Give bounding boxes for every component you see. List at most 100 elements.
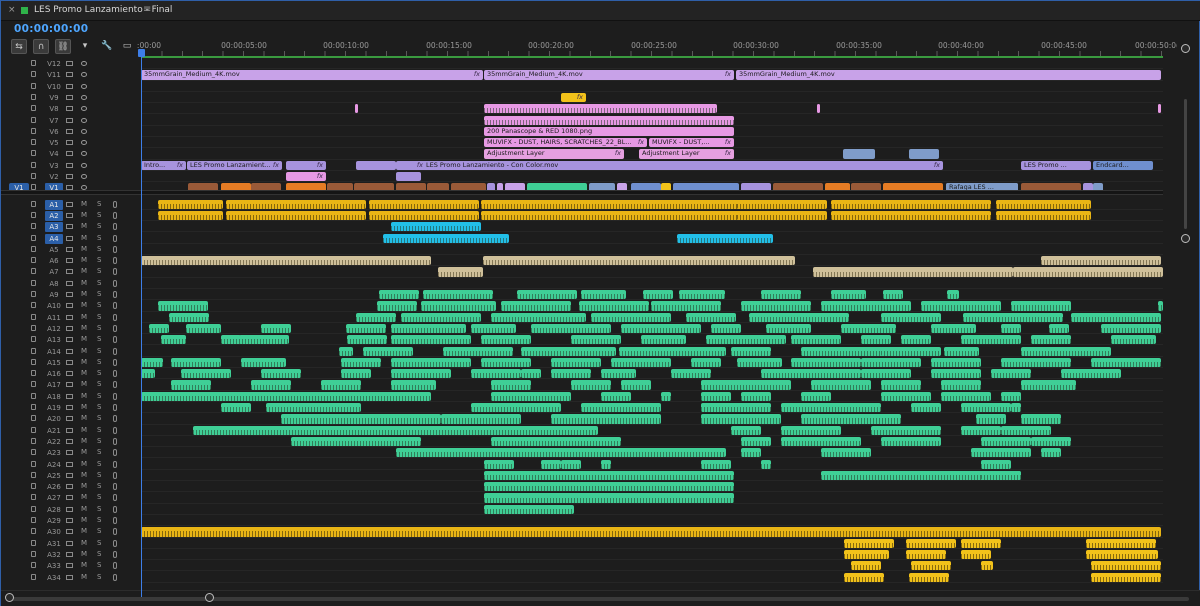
clip[interactable] [996,210,1091,221]
track-name[interactable]: V12 [45,59,63,69]
voiceover-mic-icon[interactable] [113,223,117,231]
audio-lane-a31[interactable] [141,538,1163,549]
lock-icon[interactable] [31,105,36,112]
voiceover-mic-icon[interactable] [113,324,117,332]
track-header-a19[interactable]: A19 M S [1,402,139,413]
clip[interactable] [363,346,413,356]
clip[interactable] [221,335,241,345]
clip[interactable] [1071,312,1161,322]
clip[interactable] [861,357,921,368]
voiceover-mic-icon[interactable] [113,437,117,445]
clip[interactable] [471,323,516,334]
clip-adj1[interactable]: Adjustment Layer fx [484,149,624,159]
horizontal-scroll-left-handle[interactable] [5,593,14,602]
sync-lock-film-icon[interactable] [66,235,73,241]
sync-lock-film-icon[interactable] [66,162,73,168]
clip[interactable] [471,403,561,413]
clip[interactable]: fx [561,92,586,103]
track-name[interactable]: V9 [45,93,63,103]
clip[interactable] [677,233,773,243]
vertical-scroll-bottom-handle[interactable] [1181,234,1190,243]
lock-icon[interactable] [31,347,36,354]
clip[interactable] [346,323,386,334]
track-header-a27[interactable]: A27 M S [1,492,139,503]
clip[interactable] [976,414,1006,424]
lock-icon[interactable] [31,483,36,490]
solo-button[interactable]: S [97,380,101,388]
clip[interactable] [347,335,387,345]
clip[interactable] [781,403,881,413]
clip[interactable] [261,323,291,334]
mute-button[interactable]: M [81,380,87,388]
mute-button[interactable]: M [81,493,87,501]
eye-visibility-icon[interactable] [81,117,87,123]
eye-visibility-icon[interactable] [81,162,87,168]
voiceover-mic-icon[interactable] [113,370,117,378]
lock-icon[interactable] [31,505,36,512]
clip[interactable] [491,436,621,447]
clip[interactable] [981,459,1011,469]
clip[interactable] [551,414,661,424]
clip-muvi1[interactable]: MUVIFX - DUST, HAIRS, SCRATCHES_22_BL...… [484,138,647,148]
voiceover-mic-icon[interactable] [113,291,117,298]
track-header-v11[interactable]: V11 [1,69,139,80]
clip[interactable] [141,369,155,379]
lock-icon[interactable] [31,234,36,241]
sync-lock-film-icon[interactable] [66,472,73,478]
track-header-a17[interactable]: A17 M S [1,379,139,390]
audio-lane-a29[interactable] [141,515,1163,527]
track-name[interactable]: A8 [45,279,63,289]
clip[interactable] [281,414,441,424]
track-header-v7[interactable]: V7 [1,115,139,126]
sync-lock-film-icon[interactable] [66,117,73,123]
clip[interactable] [517,290,577,300]
voiceover-mic-icon[interactable] [113,573,117,581]
track-header-v12[interactable]: V12 [1,58,139,69]
clip[interactable] [355,104,358,114]
clip[interactable] [871,425,941,435]
clip[interactable] [1158,104,1161,114]
clip[interactable] [239,335,289,345]
clip[interactable] [711,323,741,334]
voiceover-mic-icon[interactable] [113,471,117,479]
vertical-scroll-track[interactable] [1184,99,1187,229]
clip[interactable] [441,414,521,424]
mute-button[interactable]: M [81,561,87,569]
track-name[interactable]: A32 [45,550,63,560]
track-header-a30[interactable]: A30 M S [1,526,139,537]
video-lane-v10[interactable] [141,81,1163,92]
clip[interactable] [484,504,574,514]
clip[interactable] [391,357,471,368]
sync-lock-film-icon[interactable] [66,83,73,89]
clip[interactable] [484,470,734,481]
clip[interactable] [581,290,626,300]
clip[interactable] [791,357,861,368]
sync-lock-film-icon[interactable] [66,269,73,275]
sync-lock-film-icon[interactable] [66,551,73,557]
clip-adj2[interactable]: Adjustment Layer fx [639,149,734,159]
sync-lock-film-icon[interactable] [66,563,73,569]
clip[interactable] [551,369,591,379]
track-header-v4[interactable]: V4 [1,148,139,159]
solo-button[interactable]: S [97,505,101,513]
lock-icon[interactable] [31,268,36,275]
sync-lock-film-icon[interactable] [66,540,73,546]
clip[interactable] [1011,403,1021,413]
clip[interactable] [643,290,673,300]
sync-lock-film-icon[interactable] [66,106,73,112]
mute-button[interactable]: M [81,460,87,468]
eye-visibility-icon[interactable] [81,151,87,157]
track-name[interactable]: A20 [45,414,63,424]
clip[interactable] [881,436,941,447]
clip[interactable] [158,210,223,221]
clip[interactable] [881,380,921,390]
clip[interactable] [944,346,979,356]
mute-button[interactable]: M [81,482,87,490]
clip[interactable] [521,369,541,379]
clip[interactable] [226,210,366,221]
sync-lock-film-icon[interactable] [66,303,73,309]
clip[interactable] [1111,335,1156,345]
solo-button[interactable]: S [97,301,101,309]
sync-lock-film-icon[interactable] [66,325,73,331]
voiceover-mic-icon[interactable] [113,539,117,547]
